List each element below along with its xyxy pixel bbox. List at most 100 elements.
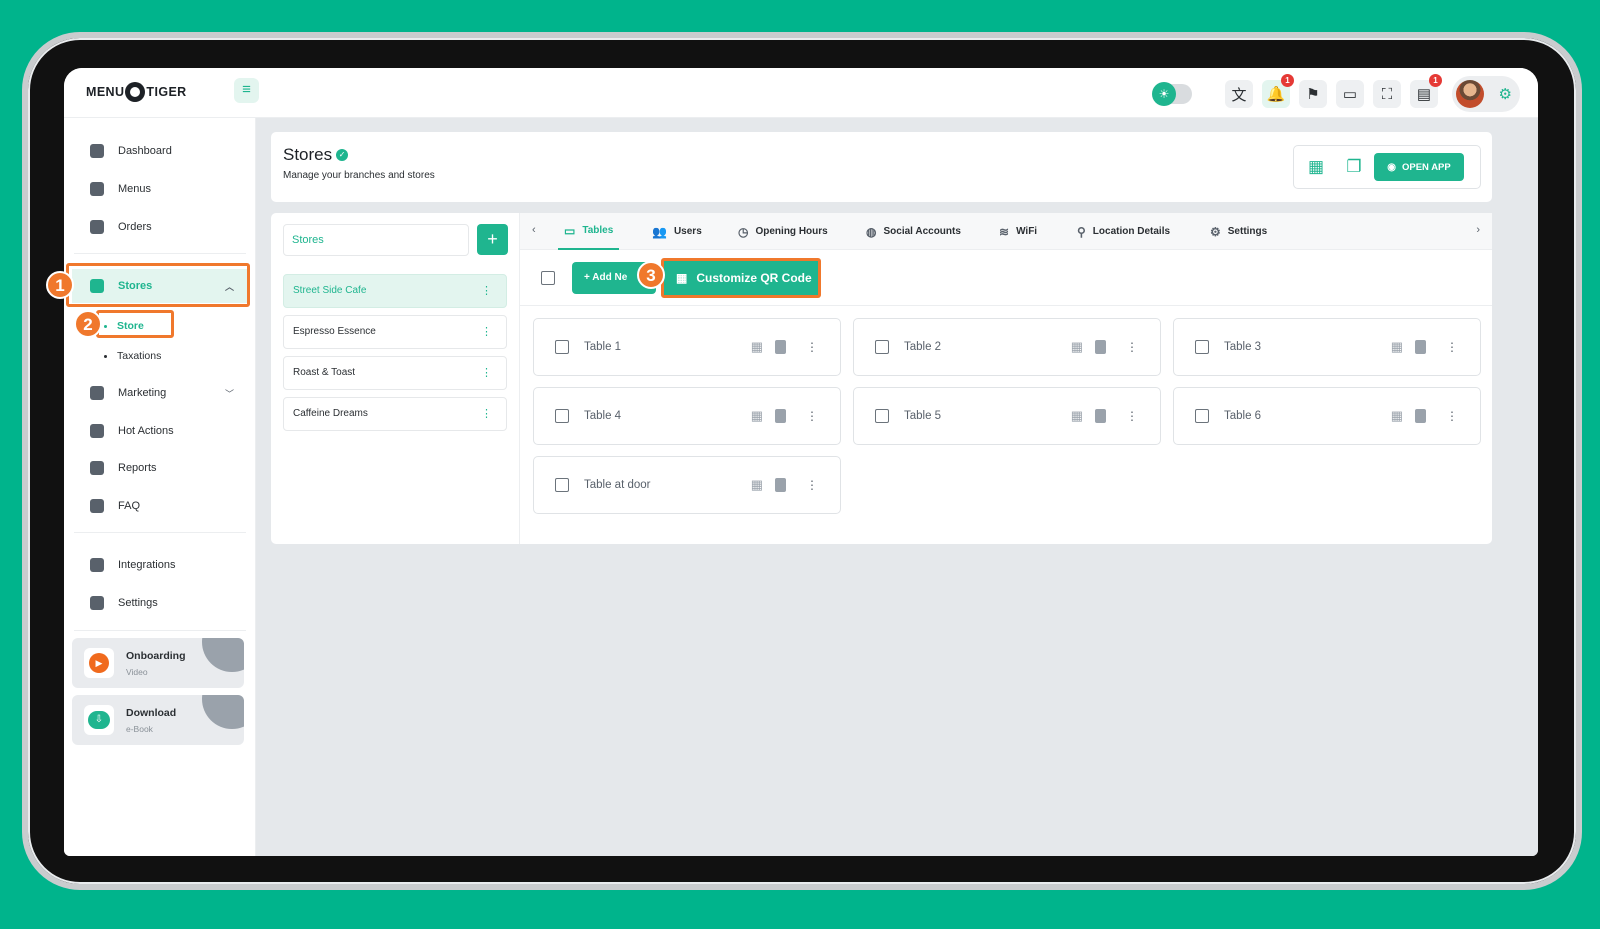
download-qr-icon[interactable]	[1095, 340, 1106, 354]
notifications-button[interactable]: 🔔 1	[1262, 74, 1294, 108]
translate-button[interactable]: 文	[1225, 80, 1253, 108]
more-vertical-icon[interactable]: ⋮	[1446, 340, 1458, 354]
more-vertical-icon[interactable]: ⋮	[806, 478, 818, 492]
sidebar-item-orders[interactable]: Orders	[72, 210, 248, 244]
tab-users[interactable]: 👥 Users	[652, 213, 702, 250]
copy-button[interactable]: ❐	[1342, 155, 1366, 179]
table-checkbox[interactable]	[1195, 340, 1209, 354]
download-qr-icon[interactable]	[775, 409, 786, 423]
promo-title: Onboarding	[126, 649, 186, 662]
qr-code-icon[interactable]: ▦	[751, 477, 763, 493]
table-checkbox[interactable]	[875, 340, 889, 354]
sidebar-item-menus[interactable]: Menus	[72, 172, 248, 206]
more-vertical-icon[interactable]: ⋮	[481, 357, 492, 389]
qr-code-icon[interactable]: ▦	[1391, 339, 1403, 355]
reports-icon	[90, 461, 104, 475]
table-card-2[interactable]: Table 2 ▦ ⋮	[853, 318, 1161, 376]
customize-qr-code-button[interactable]: ▦ Customize QR Code	[661, 258, 821, 298]
more-vertical-icon[interactable]: ⋮	[481, 316, 492, 348]
select-all-checkbox[interactable]	[541, 271, 555, 285]
tabs-scroll-right-icon[interactable]: ›	[1476, 224, 1480, 236]
faq-icon	[90, 499, 104, 513]
more-vertical-icon[interactable]: ⋮	[481, 398, 492, 430]
download-ebook-card[interactable]: ⇩ Download e-Book	[72, 695, 244, 745]
qr-code-icon[interactable]: ▦	[1071, 339, 1083, 355]
download-qr-icon[interactable]	[1415, 340, 1426, 354]
download-qr-icon[interactable]	[1095, 409, 1106, 423]
store-item-label: Caffeine Dreams	[293, 408, 368, 419]
table-checkbox[interactable]	[555, 478, 569, 492]
more-vertical-icon[interactable]: ⋮	[806, 409, 818, 423]
sidebar-item-hot-actions[interactable]: Hot Actions	[72, 414, 248, 448]
docs-button[interactable]: ▤ 1	[1410, 74, 1442, 108]
sidebar-item-label: Orders	[118, 221, 152, 233]
table-card-3[interactable]: Table 3 ▦ ⋮	[1173, 318, 1481, 376]
table-checkbox[interactable]	[555, 340, 569, 354]
table-card-1[interactable]: Table 1 ▦ ⋮	[533, 318, 841, 376]
tab-location-details[interactable]: ⚲ Location Details	[1077, 213, 1170, 250]
sidebar-item-faq[interactable]: FAQ	[72, 489, 248, 523]
open-app-button[interactable]: ◉ OPEN APP	[1374, 153, 1464, 181]
menutiger-logo[interactable]: MENU TIGER	[86, 82, 187, 102]
add-store-button[interactable]: +	[477, 224, 508, 255]
more-vertical-icon[interactable]: ⋮	[1446, 409, 1458, 423]
stores-search-input[interactable]: Stores	[283, 224, 469, 256]
table-card-6[interactable]: Table 6 ▦ ⋮	[1173, 387, 1481, 445]
menu-toggle-button[interactable]: ≡	[234, 78, 259, 103]
chevron-down-icon: ﹀	[224, 388, 234, 399]
qr-code-button[interactable]: ▦	[1304, 155, 1328, 179]
qr-code-icon[interactable]: ▦	[751, 408, 763, 424]
qr-code-icon[interactable]: ▦	[1071, 408, 1083, 424]
store-item-roast-toast[interactable]: Roast & Toast ⋮	[283, 356, 507, 390]
download-qr-icon[interactable]	[1415, 409, 1426, 423]
profile-menu[interactable]: ⚙	[1452, 76, 1520, 112]
marketing-icon	[90, 386, 104, 400]
sidebar-item-dashboard[interactable]: Dashboard	[72, 134, 248, 168]
translate-icon: 文	[1231, 86, 1247, 104]
store-item-caffeine-dreams[interactable]: Caffeine Dreams ⋮	[283, 397, 507, 431]
sidebar-item-integrations[interactable]: Integrations	[72, 548, 248, 582]
more-vertical-icon[interactable]: ⋮	[1126, 340, 1138, 354]
stores-panel: Stores + Street Side Cafe ⋮ Espresso Ess…	[271, 213, 1492, 544]
table-card-5[interactable]: Table 5 ▦ ⋮	[853, 387, 1161, 445]
sidebar-item-marketing[interactable]: Marketing ﹀	[72, 376, 248, 410]
table-card-at-door[interactable]: Table at door ▦ ⋮	[533, 456, 841, 514]
theme-toggle[interactable]: ☀	[1152, 82, 1192, 106]
tab-tables[interactable]: ▭ Tables	[558, 213, 620, 250]
sidebar-item-reports[interactable]: Reports	[72, 451, 248, 485]
fullscreen-button[interactable]: ⛶	[1373, 80, 1401, 108]
sidebar-item-settings[interactable]: Settings	[72, 586, 248, 620]
more-vertical-icon[interactable]: ⋮	[1126, 409, 1138, 423]
tab-social-accounts[interactable]: ◍ Social Accounts	[866, 213, 961, 250]
table-checkbox[interactable]	[1195, 409, 1209, 423]
table-card-4[interactable]: Table 4 ▦ ⋮	[533, 387, 841, 445]
tabs-scroll-left-icon[interactable]: ‹	[532, 224, 536, 236]
avatar	[1456, 80, 1484, 108]
top-bar: MENU TIGER ≡ ☀ 文 🔔 1 ⚑ ▭ ⛶ ▤ 1 ⚙	[64, 68, 1538, 118]
play-icon: ▶	[89, 653, 109, 673]
tab-opening-hours[interactable]: ◷ Opening Hours	[738, 213, 828, 250]
qr-code-icon[interactable]: ▦	[751, 339, 763, 355]
sidebar-subitem-taxations[interactable]: Taxations	[104, 350, 161, 362]
promo-decoration	[202, 638, 244, 672]
onboarding-video-card[interactable]: ▶ Onboarding Video	[72, 638, 244, 688]
more-vertical-icon[interactable]: ⋮	[481, 275, 492, 307]
flag-button[interactable]: ⚑	[1299, 80, 1327, 108]
bell-icon: 🔔	[1266, 86, 1286, 103]
qr-code-icon[interactable]: ▦	[1391, 408, 1403, 424]
table-checkbox[interactable]	[875, 409, 889, 423]
customize-qr-label: Customize QR Code	[696, 271, 812, 285]
tab-wifi[interactable]: ≋ WiFi	[999, 213, 1037, 250]
store-item-espresso-essence[interactable]: Espresso Essence ⋮	[283, 315, 507, 349]
more-vertical-icon[interactable]: ⋮	[806, 340, 818, 354]
download-badge: ⇩	[84, 705, 114, 735]
tab-settings[interactable]: ⚙ Settings	[1210, 213, 1267, 250]
table-checkbox[interactable]	[555, 409, 569, 423]
download-qr-icon[interactable]	[775, 478, 786, 492]
header-actions-box: ▦ ❐ ◉ OPEN APP	[1293, 145, 1481, 189]
tab-label: WiFi	[1016, 226, 1038, 237]
header-actions: ☀ 文 🔔 1 ⚑ ▭ ⛶ ▤ 1 ⚙	[1152, 74, 1520, 112]
download-qr-icon[interactable]	[775, 340, 786, 354]
store-item-street-side-cafe[interactable]: Street Side Cafe ⋮	[283, 274, 507, 308]
devices-button[interactable]: ▭	[1336, 80, 1364, 108]
